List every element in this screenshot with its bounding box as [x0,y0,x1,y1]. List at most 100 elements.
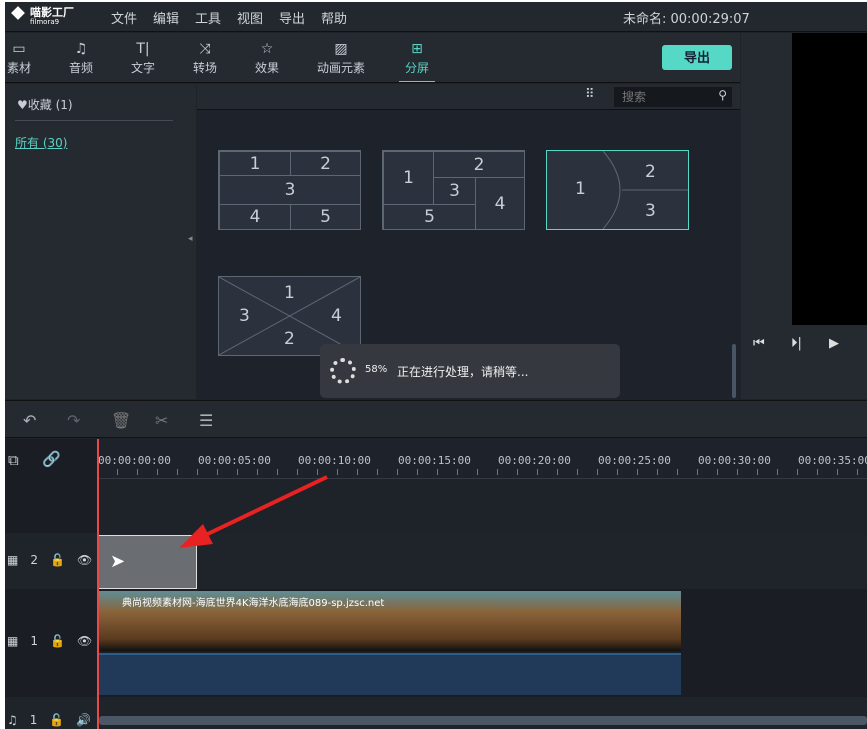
track-number: 1 [30,634,38,648]
lock-icon[interactable]: 🔓 [49,713,64,727]
cell: 1 [219,151,291,176]
tab-elements[interactable]: ▨ 动画元素 [311,39,371,76]
folder-icon: ▭ [12,41,26,57]
tab-audio[interactable]: ♫ 音频 [51,39,111,76]
step-frame-icon[interactable]: ⏵| [791,336,802,351]
spinner-icon [330,358,356,384]
ruler-label: 00:00:05:00 [198,454,271,467]
track-header: ▦ 1 🔓 👁 [5,634,92,648]
cursor-icon: ➤ [110,551,126,572]
tab-effects[interactable]: ☆ 效果 [237,39,297,76]
divider [15,120,173,121]
logo-subtext: filmora9 [30,18,60,26]
playhead[interactable] [97,439,99,729]
tab-media[interactable]: ▭ 素材 [0,39,49,76]
ruler-label: 00:00:00:00 [98,454,171,467]
redo-icon[interactable]: ↷ [67,411,80,430]
tab-transition[interactable]: ⤨ 转场 [175,39,235,76]
cell: 1 [575,179,586,199]
all-item[interactable]: 所有 (30) [15,134,67,151]
category-sidebar: ♥收藏 (1) 所有 (30) ◂ [5,84,196,399]
split-template-5b[interactable]: 1 2 3 5 4 [382,150,525,230]
cell: 1 [383,151,434,205]
menu-help[interactable]: 帮助 [321,8,347,27]
cell: 3 [239,306,250,326]
ruler-label: 00:00:25:00 [598,454,671,467]
curve-divider [602,151,688,229]
track-header: ▦ 2 🔓 👁 [5,553,92,567]
cell: 4 [475,177,525,230]
tab-text[interactable]: T| 文字 [113,39,173,76]
text-icon: T| [136,41,150,57]
menu-view[interactable]: 视图 [237,8,263,27]
search-field[interactable]: ⚲ [614,87,732,107]
cell: 3 [219,175,361,205]
adjust-icon[interactable]: ☰ [199,411,213,430]
video-clip[interactable]: 典尚视频素材网-海底世界4K海洋水底海底089-sp.jzsc.net [97,591,681,651]
cell: 2 [290,151,361,176]
project-title: 未命名: 00:00:29:07 [623,12,750,27]
speaker-icon[interactable]: 🔊 [76,713,91,727]
video-track-2: ▦ 2 🔓 👁 ➤ [5,533,867,589]
cell: 2 [645,162,656,182]
audio-waveform [97,653,681,695]
collapse-arrow-icon[interactable]: ◂ [188,234,193,244]
split-template-5[interactable]: 1 2 3 4 5 [218,150,361,230]
menu-tools[interactable]: 工具 [195,8,221,27]
prev-frame-icon[interactable]: ⏮ [753,336,765,351]
music-note-icon: ♫ [74,41,88,57]
tab-label: 转场 [192,61,217,75]
red-arrow-annotation [179,475,328,548]
delete-icon[interactable]: 🗑 [111,411,131,430]
media-tabs: ▭ 素材 ♫ 音频 T| 文字 ⤨ 转场 ☆ 效果 ▨ 动画元素 ⊞ 分屏 导出 [5,33,740,83]
cell: 3 [645,201,656,221]
video-track-1: ▦ 1 🔓 👁 典尚视频素材网-海底世界4K海洋水底海底089-sp.jzsc.net [5,589,867,697]
tab-label: 分屏 [404,61,429,75]
ruler-label: 00:00:10:00 [298,454,371,467]
cell: 1 [284,283,295,303]
music-icon: ♫ [7,713,18,727]
transition-icon: ⤨ [199,41,211,57]
add-track-icon[interactable]: ⧉ [8,451,19,469]
timeline-scrollbar[interactable] [99,716,867,725]
link-icon[interactable]: 🔗 [42,450,61,468]
cut-icon[interactable]: ✂ [155,411,168,430]
logo-icon [11,6,25,20]
tab-label: 动画元素 [316,61,365,75]
track-header: ♫ 1 🔓 🔊 [5,713,91,727]
lock-icon[interactable]: 🔓 [50,553,65,567]
tab-label: 文字 [130,61,155,75]
export-button[interactable]: 导出 [662,45,732,70]
library-scrollbar[interactable] [732,344,736,398]
eye-icon[interactable]: 👁 [77,634,92,648]
undo-icon[interactable]: ↶ [23,411,36,430]
grid-view-icon[interactable]: ⠿ [585,87,594,102]
library-toolbar: ⠿ ⚲ [197,84,740,110]
cell: 5 [290,204,361,230]
cell: 5 [383,204,476,230]
ruler-label: 00:00:30:00 [698,454,771,467]
track-number: 2 [30,553,38,567]
track-number: 1 [29,713,38,727]
tab-label: 音频 [68,61,93,75]
lock-icon[interactable]: 🔓 [50,634,65,648]
cell: 3 [433,177,476,205]
eye-icon[interactable]: 👁 [77,553,92,567]
favorites-item[interactable]: ♥收藏 (1) [17,96,73,113]
menu-file[interactable]: 文件 [111,8,137,27]
processing-toast: 58% 正在进行处理，请稍等... [320,344,620,398]
split-template-3-curved[interactable]: 1 2 3 [546,150,689,230]
cell: 2 [433,151,525,178]
search-input[interactable] [614,87,709,107]
menu-edit[interactable]: 编辑 [153,8,179,27]
timeline-toolbar: ↶ ↷ 🗑 ✂ ☰ [5,400,867,438]
preview-screen [792,33,867,325]
search-icon[interactable]: ⚲ [718,88,727,102]
split-screen-icon: ⊞ [411,41,423,57]
filmora-window: 喵影工厂 filmora9 文件 编辑 工具 视图 导出 帮助 未命名: 00:… [5,2,867,729]
play-icon[interactable]: ▶ [829,336,839,351]
menu-export[interactable]: 导出 [279,8,305,27]
ruler-label: 00:00:15:00 [398,454,471,467]
audio-track-1: ♫ 1 🔓 🔊 [5,697,867,729]
tab-split-screen[interactable]: ⊞ 分屏 [387,39,447,82]
